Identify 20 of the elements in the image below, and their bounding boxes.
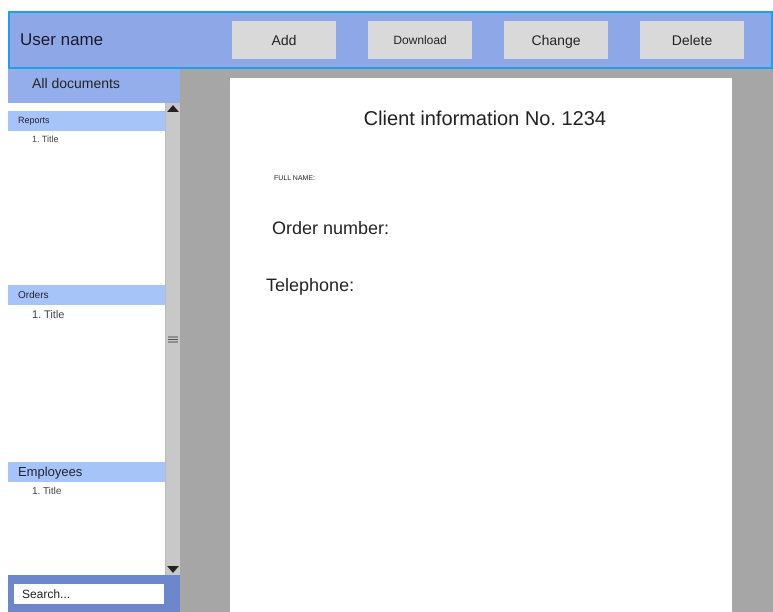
toolbar-button[interactable]: Add (232, 21, 336, 59)
section-header[interactable]: Employees (8, 462, 165, 482)
toolbar-button[interactable]: Change (504, 21, 608, 59)
document-item[interactable]: 1. Title (8, 305, 165, 324)
section-header[interactable]: Orders (8, 285, 165, 305)
scrollbar[interactable] (165, 103, 180, 575)
toolbar-button[interactable]: Download (368, 21, 472, 59)
sidebar-title: All documents (8, 69, 180, 103)
scroll-down-icon[interactable] (167, 566, 179, 573)
search-field[interactable]: Search... (14, 584, 164, 604)
document-title: Client information No. 1234 (364, 107, 606, 132)
scroll-up-icon[interactable] (167, 105, 179, 112)
scroll-grip-icon[interactable] (168, 336, 178, 342)
document-item[interactable]: 1. Title (8, 482, 165, 499)
user-name: User name (19, 29, 104, 52)
toolbar-button[interactable]: Delete (640, 21, 744, 59)
section-header[interactable]: Reports (8, 111, 165, 131)
document-item[interactable]: 1. Title (8, 131, 165, 146)
field-label: Order number: (272, 216, 390, 240)
field-label: Telephone: (266, 274, 356, 297)
